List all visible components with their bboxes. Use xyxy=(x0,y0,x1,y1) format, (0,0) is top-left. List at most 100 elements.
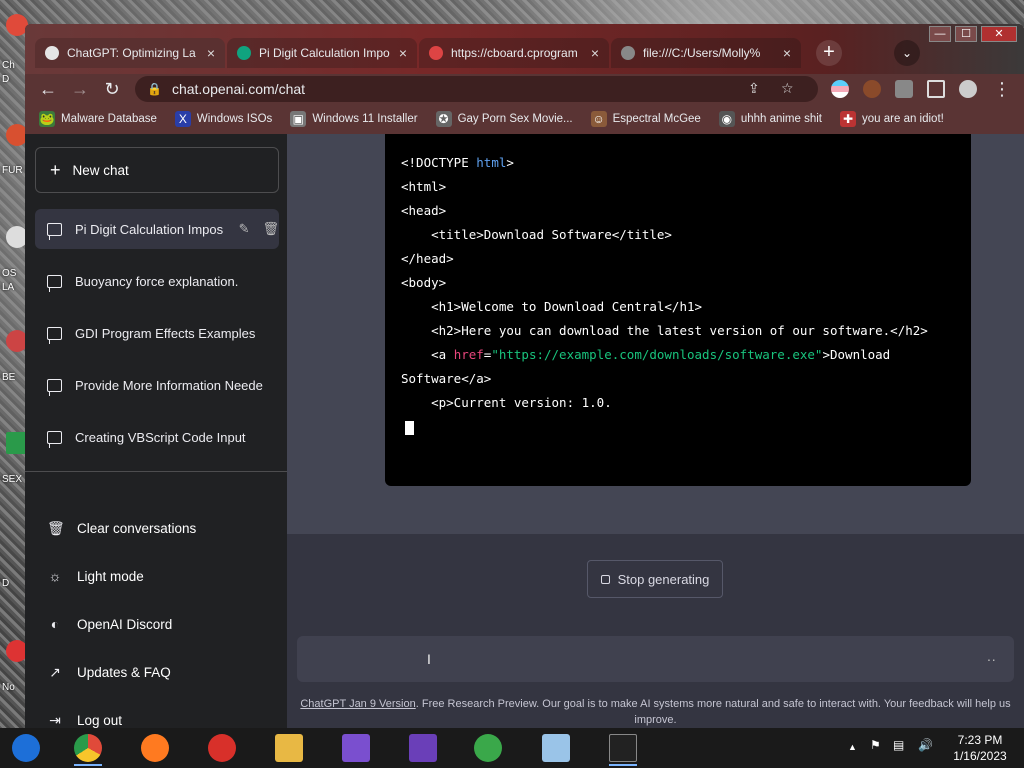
bookmark-you-are-an-idiot[interactable]: ✚ you are an idiot! xyxy=(840,111,944,127)
trash-icon[interactable]: 🗑 xyxy=(262,221,279,237)
new-tab-button[interactable]: + xyxy=(816,40,842,66)
bookmarks-bar: 🐸 Malware Database X Windows ISOs ▣ Windows… xyxy=(25,104,1024,134)
tab-title: ChatGPT: Optimizing La xyxy=(67,46,196,60)
bookmark-espectral-mcgee[interactable]: ☺ Espectral McGee xyxy=(590,111,701,127)
maximize-button[interactable]: ☐ xyxy=(955,26,977,42)
close-icon[interactable]: × xyxy=(207,45,215,61)
media-center-icon xyxy=(12,734,40,762)
tab-pi-digit[interactable]: Pi Digit Calculation Impo × xyxy=(227,38,417,68)
new-chat-button[interactable]: + New chat xyxy=(35,147,279,193)
close-icon[interactable]: × xyxy=(591,45,599,61)
footer-disclaimer: ChatGPT Jan 9 Version. Free Research Pre… xyxy=(299,696,1012,728)
menu-label: Clear conversations xyxy=(77,520,197,536)
code-token: <html> xyxy=(401,179,447,194)
conversation-title: Buoyancy force explanation. xyxy=(75,273,239,289)
sidebar-divider xyxy=(25,471,287,472)
share-icon[interactable]: ⇪ xyxy=(748,80,760,97)
new-chat-label: New chat xyxy=(72,162,129,178)
taskbar-file-explorer[interactable] xyxy=(271,732,307,764)
forward-button[interactable]: → xyxy=(69,78,91,100)
side-panel-icon[interactable] xyxy=(927,80,945,98)
conversation-item[interactable]: GDI Program Effects Examples xyxy=(35,313,279,353)
taskbar-chrome[interactable] xyxy=(70,732,106,766)
menu-label: Updates & FAQ xyxy=(77,664,171,680)
taskbar: ▲ ⚑ ▤ 🔊 7:23 PM 1/16/2023 xyxy=(0,728,1024,768)
chat-main: <!DOCTYPE html> <html> <head> <title>Downl… xyxy=(287,134,1024,728)
bookmark-windows-11-installer[interactable]: ▣ Windows 11 Installer xyxy=(290,111,418,127)
profile-avatar-icon[interactable] xyxy=(959,80,977,98)
taskbar-notepad[interactable] xyxy=(538,732,574,764)
openai-discord-link[interactable]: ◐ OpenAI Discord xyxy=(35,604,279,644)
bookmark-anime[interactable]: ◉ uhhh anime shit xyxy=(718,111,822,127)
message-input[interactable]: I ·· xyxy=(297,636,1014,682)
close-icon[interactable]: × xyxy=(399,45,407,61)
desktop-label: BE xyxy=(2,372,16,383)
taskbar-firefox[interactable] xyxy=(137,732,173,764)
code-line: <h1>Welcome to Download Central</h1> xyxy=(401,296,971,320)
desktop-label: D xyxy=(2,74,10,85)
firefox-icon xyxy=(141,734,169,762)
version-link[interactable]: ChatGPT Jan 9 Version xyxy=(300,698,415,710)
code-line: </head> xyxy=(401,248,971,272)
lock-icon[interactable]: 🔒 xyxy=(147,82,162,96)
tab-chatgpt-optimizing[interactable]: ChatGPT: Optimizing La × xyxy=(35,38,225,68)
taskbar-visual-studio[interactable] xyxy=(405,732,441,764)
face-icon: ☺ xyxy=(590,111,607,127)
clear-conversations-button[interactable]: 🗑 Clear conversations xyxy=(35,508,279,548)
network-icon[interactable]: ▤ xyxy=(893,738,904,752)
action-center-flag-icon[interactable]: ⚑ xyxy=(870,738,881,752)
code-line: Software</a> xyxy=(401,368,971,392)
back-button[interactable]: ← xyxy=(37,78,59,100)
chat-bubble-icon xyxy=(47,430,62,448)
code-block[interactable]: <!DOCTYPE html> <html> <head> <title>Downl… xyxy=(385,134,971,486)
taskbar-opera[interactable] xyxy=(204,732,240,764)
bookmark-star-icon[interactable]: ☆ xyxy=(781,80,794,97)
stop-generating-button[interactable]: Stop generating xyxy=(587,560,723,598)
extension-avatar-icon[interactable] xyxy=(863,80,881,98)
bookmark-label: Windows 11 Installer xyxy=(312,113,418,125)
address-bar: ← → ↻ 🔒 chat.openai.com/chat ⇪ ☆ ⋮ xyxy=(25,74,1024,104)
tab-strip: ChatGPT: Optimizing La × Pi Digit Calcul… xyxy=(25,24,1024,74)
conversation-item[interactable]: Buoyancy force explanation. xyxy=(35,261,279,301)
bookmark-label: Gay Porn Sex Movie... xyxy=(457,113,573,125)
conversation-item[interactable]: Provide More Information Neede xyxy=(35,365,279,405)
conversation-item[interactable]: Creating VBScript Code Input xyxy=(35,417,279,457)
bookmark-movie-site[interactable]: ✪ Gay Porn Sex Movie... xyxy=(435,111,573,127)
tab-search-button[interactable]: ⌄ xyxy=(894,40,920,66)
updates-faq-link[interactable]: ↗ Updates & FAQ xyxy=(35,652,279,692)
tab-file[interactable]: file:///C:/Users/Molly% × xyxy=(611,38,801,68)
volume-icon[interactable]: 🔊 xyxy=(918,738,933,752)
system-clock[interactable]: 7:23 PM 1/16/2023 xyxy=(940,732,1020,764)
taskbar-visual-studio-installer[interactable] xyxy=(338,732,374,764)
loading-dots: ·· xyxy=(986,651,996,667)
desktop-label: FUR xyxy=(2,165,23,176)
code-line: <!DOCTYPE html> xyxy=(401,152,971,176)
code-token: <h1>Welcome to Download Central</h1> xyxy=(401,299,703,314)
close-icon[interactable]: × xyxy=(783,45,791,61)
conversation-title: GDI Program Effects Examples xyxy=(75,325,256,341)
code-token: </head> xyxy=(401,251,454,266)
chat-bubble-icon xyxy=(47,274,62,292)
url-field[interactable]: 🔒 chat.openai.com/chat ⇪ ☆ xyxy=(135,76,818,102)
bookmark-windows-isos[interactable]: X Windows ISOs xyxy=(174,111,272,127)
reload-button[interactable]: ↻ xyxy=(101,78,123,100)
tab-cboard[interactable]: https://cboard.cprogram × xyxy=(419,38,609,68)
bookmark-malware-database[interactable]: 🐸 Malware Database xyxy=(39,111,157,127)
edit-pencil-icon[interactable]: ✎ xyxy=(239,221,250,237)
chrome-icon xyxy=(74,734,102,762)
code-token: <title>Download Software</title> xyxy=(401,227,672,242)
show-hidden-icons-button[interactable]: ▲ xyxy=(848,742,857,752)
window-close-button[interactable]: ✕ xyxy=(981,26,1017,42)
extension-flag-icon[interactable] xyxy=(831,80,849,98)
conversation-item[interactable]: Pi Digit Calculation Impos ✎ 🗑 xyxy=(35,209,279,249)
browser-menu-button[interactable]: ⋮ xyxy=(991,78,1013,100)
extensions-puzzle-icon[interactable] xyxy=(895,80,913,98)
openai-icon xyxy=(45,46,59,60)
minimize-button[interactable]: — xyxy=(929,26,951,42)
light-mode-button[interactable]: ☼ Light mode xyxy=(35,556,279,596)
log-out-button[interactable]: ⇥ Log out xyxy=(35,700,279,728)
taskbar-command-prompt[interactable] xyxy=(605,732,641,766)
taskbar-windows-media-center[interactable] xyxy=(8,732,44,764)
site-icon: ✪ xyxy=(435,111,452,127)
taskbar-messenger[interactable] xyxy=(470,732,506,764)
